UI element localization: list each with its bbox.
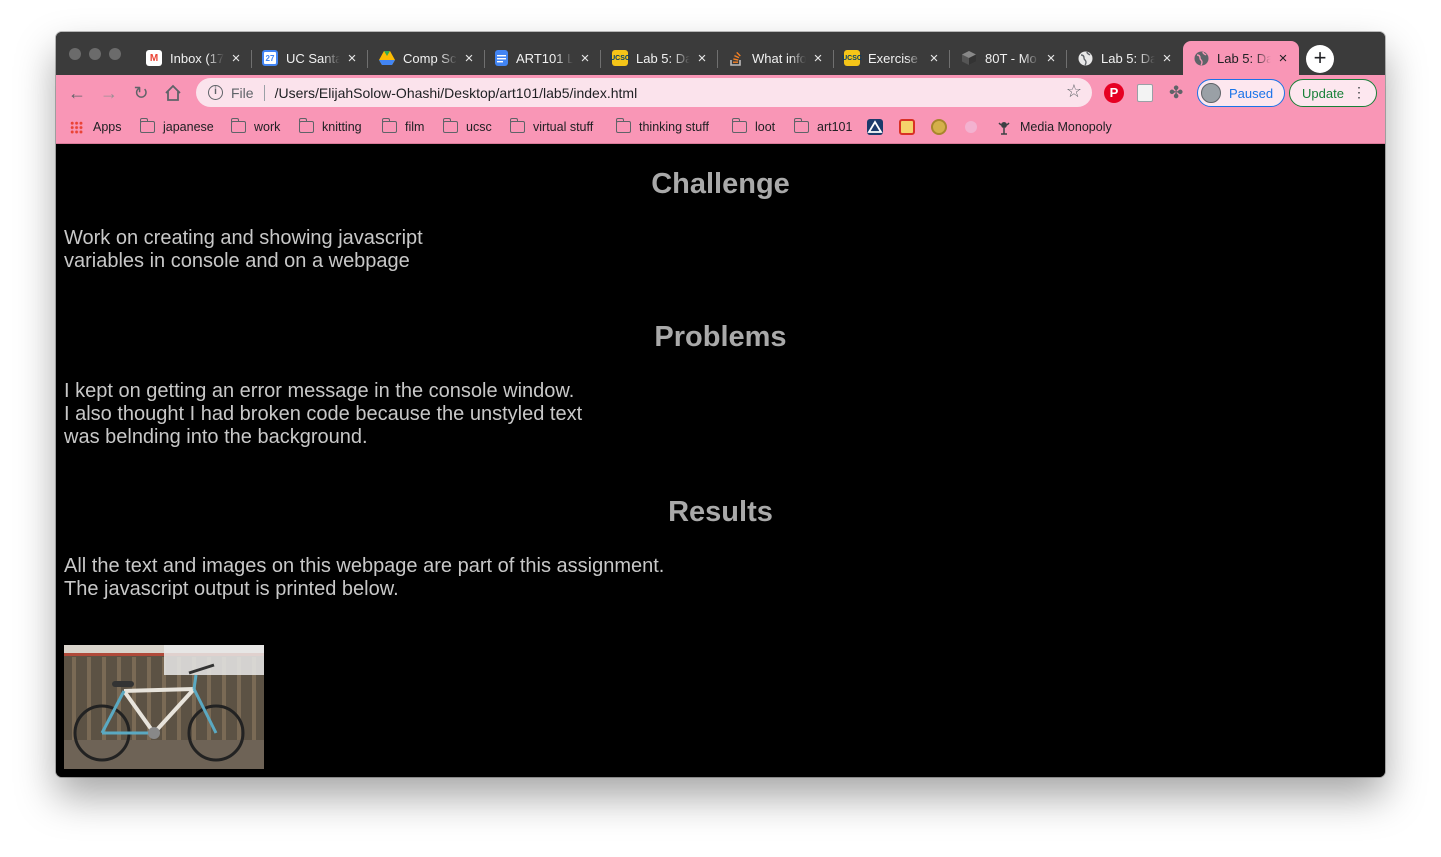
cube-icon <box>961 50 977 66</box>
media-monopoly-icon <box>996 119 1012 135</box>
red-logo-icon <box>899 119 915 135</box>
apps-grid-icon <box>70 120 83 134</box>
extensions-puzzle-icon[interactable]: ✤ <box>1169 83 1189 103</box>
folder-icon <box>381 118 397 133</box>
avatar <box>1201 83 1221 103</box>
pinterest-icon[interactable]: P <box>1104 83 1124 103</box>
tab-art101[interactable]: ART101 L × <box>485 41 601 75</box>
results-heading: Results <box>668 496 773 528</box>
close-tab-icon[interactable]: × <box>228 50 244 67</box>
folder-icon <box>230 118 246 133</box>
tab-uc-santa-cruz[interactable]: 27 UC Santa × <box>252 41 368 75</box>
maximize-window-button[interactable] <box>109 48 121 60</box>
tab-inbox[interactable]: M Inbox (17 × <box>136 41 252 75</box>
toolbar: ← → ↻ i File /Users/ElijahSolow-Ohashi/D… <box>56 75 1385 111</box>
close-tab-icon[interactable]: × <box>577 50 593 67</box>
folder-icon <box>615 118 631 133</box>
folder-icon <box>793 118 809 133</box>
bookmark-star-icon[interactable]: ☆ <box>1066 81 1082 102</box>
ucsc-icon: UCSC <box>610 50 630 66</box>
minimize-window-button[interactable] <box>89 48 101 60</box>
bookmark-folder-japanese[interactable]: japanese <box>139 117 214 137</box>
tab-lab5-active[interactable]: Lab 5: Da × <box>1183 41 1299 75</box>
pink-flower-icon <box>965 121 977 133</box>
folder-icon <box>139 118 155 133</box>
folder-icon <box>298 118 314 133</box>
close-tab-icon[interactable]: × <box>1043 50 1059 67</box>
close-tab-icon[interactable]: × <box>1275 50 1291 67</box>
home-icon[interactable] <box>161 81 185 105</box>
challenge-text: Work on creating and showing javascript … <box>64 227 423 272</box>
results-text: All the text and images on this webpage … <box>64 555 665 600</box>
new-tab-button[interactable]: + <box>1306 45 1334 73</box>
docs-icon <box>495 50 508 66</box>
close-tab-icon[interactable]: × <box>926 50 942 67</box>
folder-icon <box>442 118 458 133</box>
profile-paused-button[interactable]: Paused <box>1197 79 1285 107</box>
tab-strip: M Inbox (17 × 27 UC Santa × Comp Sc × AR… <box>56 32 1385 75</box>
folder-icon <box>731 118 747 133</box>
forward-icon[interactable]: → <box>97 81 121 105</box>
tab-exercise[interactable]: UCSC Exercise × <box>834 41 950 75</box>
tab-lab5-b[interactable]: Lab 5: Da × <box>1067 41 1183 75</box>
close-tab-icon[interactable]: × <box>694 50 710 67</box>
gmail-icon: M <box>146 50 162 66</box>
close-tab-icon[interactable]: × <box>461 50 477 67</box>
gold-seal-icon <box>931 119 947 135</box>
close-tab-icon[interactable]: × <box>344 50 360 67</box>
browser-window: M Inbox (17 × 27 UC Santa × Comp Sc × AR… <box>56 32 1385 777</box>
challenge-heading: Challenge <box>651 168 790 200</box>
bookmark-site-2[interactable] <box>899 117 915 137</box>
address-bar[interactable]: i File /Users/ElijahSolow-Ohashi/Desktop… <box>196 78 1092 107</box>
globe-icon <box>1193 50 1209 66</box>
tab-lab5-a[interactable]: UCSC Lab 5: Da × <box>602 41 718 75</box>
tab-stackoverflow[interactable]: What info × <box>718 41 834 75</box>
bookmark-apps[interactable]: Apps <box>70 117 122 137</box>
update-button[interactable]: Update ⋮ <box>1289 79 1377 107</box>
menu-kebab-icon[interactable]: ⋮ <box>1352 85 1366 99</box>
bookmark-site-1[interactable] <box>867 117 883 137</box>
problems-text: I kept on getting an error message in th… <box>64 380 583 448</box>
reload-icon[interactable]: ↻ <box>129 81 153 105</box>
bicycle-image <box>64 645 264 769</box>
folder-icon <box>509 118 525 133</box>
bookmark-folder-knitting[interactable]: knitting <box>298 117 362 137</box>
mountain-logo-icon <box>867 119 883 135</box>
bookmark-folder-ucsc[interactable]: ucsc <box>442 117 492 137</box>
bookmark-folder-virtual-stuff[interactable]: virtual stuff <box>509 117 593 137</box>
drive-icon <box>379 50 395 66</box>
url-text[interactable]: /Users/ElijahSolow-Ohashi/Desktop/art101… <box>275 85 638 101</box>
bookmark-media-monopoly[interactable]: Media Monopoly <box>996 117 1112 137</box>
bookmark-folder-work[interactable]: work <box>230 117 280 137</box>
tab-comp-sci[interactable]: Comp Sc × <box>369 41 485 75</box>
calendar-icon: 27 <box>262 50 278 66</box>
document-extension-icon[interactable] <box>1137 84 1153 102</box>
bookmark-folder-thinking-stuff[interactable]: thinking stuff <box>615 117 709 137</box>
bookmarks-bar: Apps japanese work knitting film ucsc vi… <box>56 111 1385 144</box>
close-tab-icon[interactable]: × <box>810 50 826 67</box>
bookmark-site-4[interactable] <box>963 117 979 137</box>
problems-heading: Problems <box>654 321 787 353</box>
info-icon[interactable]: i <box>208 85 223 100</box>
close-tab-icon[interactable]: × <box>1159 50 1175 67</box>
url-scheme: File <box>231 84 254 101</box>
page-content: Challenge Work on creating and showing j… <box>56 144 1385 777</box>
ucsc-icon: UCSC <box>842 50 862 66</box>
bookmark-site-3[interactable] <box>931 117 947 137</box>
bookmark-folder-film[interactable]: film <box>381 117 424 137</box>
bookmark-folder-loot[interactable]: loot <box>731 117 775 137</box>
globe-icon <box>1077 50 1093 66</box>
tab-80t[interactable]: 80T - Mo × <box>951 41 1067 75</box>
close-window-button[interactable] <box>69 48 81 60</box>
bookmark-folder-art101[interactable]: art101 <box>793 117 852 137</box>
back-icon[interactable]: ← <box>65 81 89 105</box>
stackoverflow-icon <box>728 50 744 66</box>
